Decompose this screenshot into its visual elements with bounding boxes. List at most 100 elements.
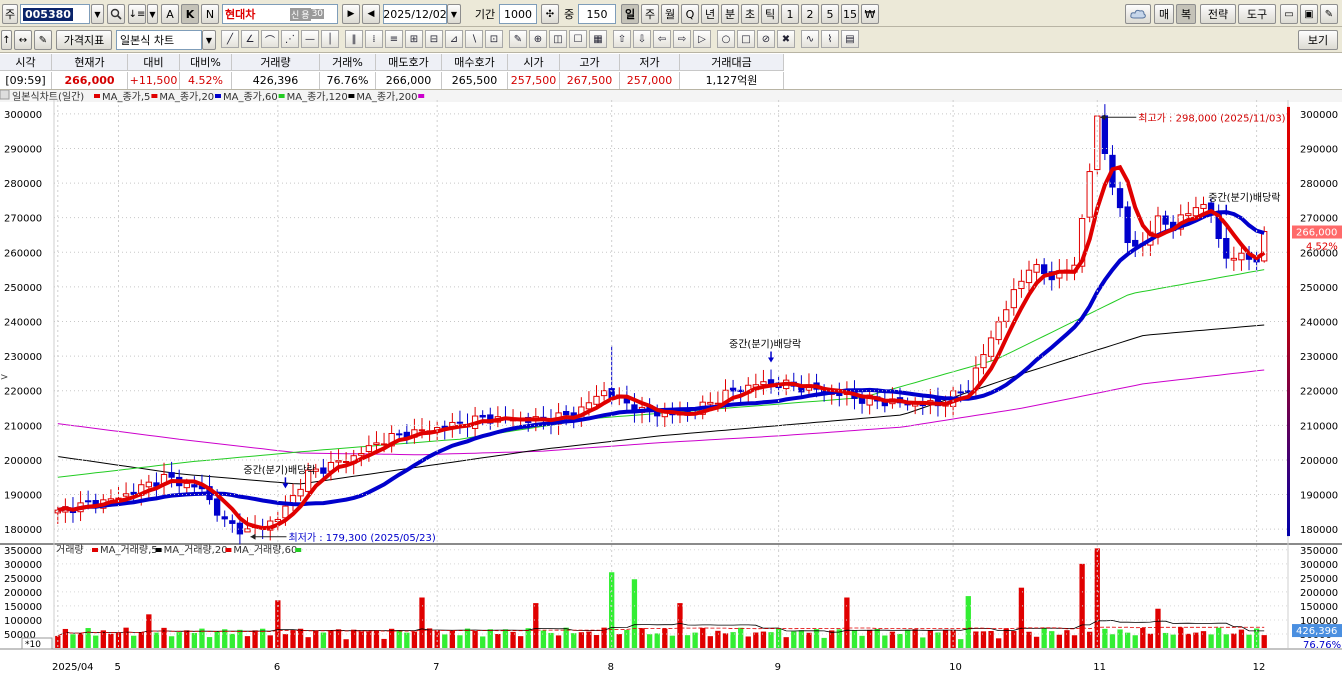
chart-type-dropdown-icon[interactable]: ▼ xyxy=(202,30,216,50)
volume-bar xyxy=(85,628,91,648)
quote-header-10: 저가 xyxy=(620,54,680,71)
resize-horizontal-icon[interactable]: ↔ xyxy=(14,30,32,50)
angle-line-icon[interactable]: ∠ xyxy=(241,30,259,48)
tab-currency[interactable]: ₩ xyxy=(861,4,879,24)
volume-unit-label: *10 xyxy=(25,640,41,650)
price-indicator-button[interactable]: 가격지표 xyxy=(56,30,112,50)
next-stock-icon[interactable]: ▶ xyxy=(342,4,360,24)
left-scroll-icon: > xyxy=(0,372,8,383)
search-icon[interactable] xyxy=(107,4,125,24)
tab-2[interactable]: 2 xyxy=(801,4,819,24)
play-icon[interactable]: ▷ xyxy=(693,30,711,48)
quote-value-1: 266,000 xyxy=(52,72,128,89)
chart-type-select[interactable]: 일본식 차트 xyxy=(116,30,202,50)
zoom-input[interactable]: 150 xyxy=(578,4,616,24)
prev-stock-icon[interactable]: ◀ xyxy=(362,4,380,24)
duplicate-button[interactable]: 복 xyxy=(1176,4,1196,24)
volume-bar xyxy=(920,637,926,648)
tab-monthly[interactable]: 월 xyxy=(661,4,679,24)
fib-time-icon[interactable]: ⁞ xyxy=(365,30,383,48)
period-input[interactable]: 1000 xyxy=(499,4,537,24)
volume-bar xyxy=(1056,634,1062,648)
stock-code-input[interactable]: 005380 xyxy=(20,4,90,24)
gann-box-icon[interactable]: ◫ xyxy=(549,30,567,48)
volume-bar xyxy=(912,629,918,648)
date-input[interactable]: 2025/12/02 xyxy=(383,4,447,24)
parallel-icon[interactable]: ⋰ xyxy=(281,30,299,48)
save-icon[interactable]: ▣ xyxy=(1300,4,1318,24)
rectangle-icon[interactable]: ⊡ xyxy=(485,30,503,48)
square-icon[interactable]: □ xyxy=(737,30,755,48)
edit-icon[interactable]: ✎ xyxy=(34,30,52,50)
table-icon[interactable]: ▦ xyxy=(589,30,607,48)
price-tick-left: 190000 xyxy=(4,491,42,502)
tab-5[interactable]: 5 xyxy=(821,4,839,24)
volume-bar xyxy=(760,631,767,648)
folder-icon[interactable]: ▭ xyxy=(1280,4,1298,24)
tab-quarterly[interactable]: Q xyxy=(681,4,699,24)
panel-icon[interactable]: ▤ xyxy=(841,30,859,48)
circle-icon[interactable]: ○ xyxy=(717,30,735,48)
tab-minute[interactable]: 분 xyxy=(721,4,739,24)
magnifier-icon[interactable]: ⊘ xyxy=(757,30,775,48)
tab-weekly[interactable]: 주 xyxy=(641,4,659,24)
strategy-button[interactable]: 전략 xyxy=(1200,4,1236,24)
volume-bar xyxy=(282,634,289,648)
pen-icon[interactable]: ✎ xyxy=(1320,4,1338,24)
legend-swatch xyxy=(348,94,355,98)
tab-yearly[interactable]: 년 xyxy=(701,4,719,24)
crosshair-icon[interactable]: ✣ xyxy=(541,4,559,24)
shift-right-icon[interactable]: ⇨ xyxy=(673,30,691,48)
tools-button[interactable]: 도구 xyxy=(1238,4,1276,24)
shift-down-icon[interactable]: ⇩ xyxy=(633,30,651,48)
stock-name-field[interactable]: 현대차 신 용 30 xyxy=(222,4,338,24)
tab-second[interactable]: 초 xyxy=(741,4,759,24)
fib-retracement-icon[interactable]: ≡ xyxy=(385,30,403,48)
quote-value-4: 426,396 xyxy=(232,72,320,89)
sort-icon[interactable]: ↓≡ xyxy=(128,4,146,24)
box-icon[interactable]: ⊟ xyxy=(425,30,443,48)
triangle-icon[interactable]: ⊿ xyxy=(445,30,463,48)
crosshair-icon[interactable]: ⊕ xyxy=(529,30,547,48)
market-k-button[interactable]: K xyxy=(181,4,199,24)
quote-value-3: 4.52% xyxy=(180,72,232,89)
tab-1[interactable]: 1 xyxy=(781,4,799,24)
price-tick-left: 240000 xyxy=(4,318,42,329)
legend-label: MA_종가,5 xyxy=(102,91,150,103)
view-button[interactable]: 보기 xyxy=(1298,30,1338,50)
candle-body xyxy=(1116,188,1124,209)
vertical-line-icon[interactable]: │ xyxy=(321,30,339,48)
market-n-button[interactable]: N xyxy=(201,4,219,24)
volume-bar xyxy=(768,632,774,648)
shift-left-icon[interactable]: ⇦ xyxy=(653,30,671,48)
tab-daily[interactable]: 일 xyxy=(621,4,639,24)
diagonal-icon[interactable]: ∖ xyxy=(465,30,483,48)
date-dropdown-icon[interactable]: ▼ xyxy=(447,4,461,24)
tab-15[interactable]: 15 xyxy=(841,4,859,24)
pencil-icon[interactable]: ✎ xyxy=(509,30,527,48)
arrow-up-icon[interactable]: ↑ xyxy=(1,30,12,50)
channel-icon[interactable]: ‖ xyxy=(345,30,363,48)
volume-bar xyxy=(1238,629,1245,648)
price-tick-right: 270000 xyxy=(1300,214,1338,225)
trendline-icon[interactable]: ╱ xyxy=(221,30,239,48)
text-box-icon[interactable]: ☐ xyxy=(569,30,587,48)
date-label: 5 xyxy=(114,662,120,673)
shift-up-icon[interactable]: ⇧ xyxy=(613,30,631,48)
volume-tick-right: 250000 xyxy=(1300,574,1338,585)
sort-dropdown-icon[interactable]: ▼ xyxy=(147,4,158,24)
wave-icon[interactable]: ∿ xyxy=(801,30,819,48)
buy-sell-button[interactable]: 매 xyxy=(1154,4,1174,24)
horizontal-line-icon[interactable]: — xyxy=(301,30,319,48)
cycle-icon[interactable]: ⌇ xyxy=(821,30,839,48)
chart-area[interactable]: 180000 180000 190000 190000 200000 200000 2100… xyxy=(0,90,1342,674)
code-dropdown-icon[interactable]: ▼ xyxy=(91,4,104,24)
volume-bar xyxy=(980,631,987,648)
delete-icon[interactable]: ✖ xyxy=(777,30,795,48)
market-prefix-button[interactable]: 주 xyxy=(2,4,18,24)
market-a-button[interactable]: A xyxy=(161,4,179,24)
cloud-icon[interactable] xyxy=(1125,4,1151,24)
tab-tick[interactable]: 틱 xyxy=(761,4,779,24)
grid-icon[interactable]: ⊞ xyxy=(405,30,423,48)
arc-icon[interactable]: ⌒ xyxy=(261,30,279,48)
